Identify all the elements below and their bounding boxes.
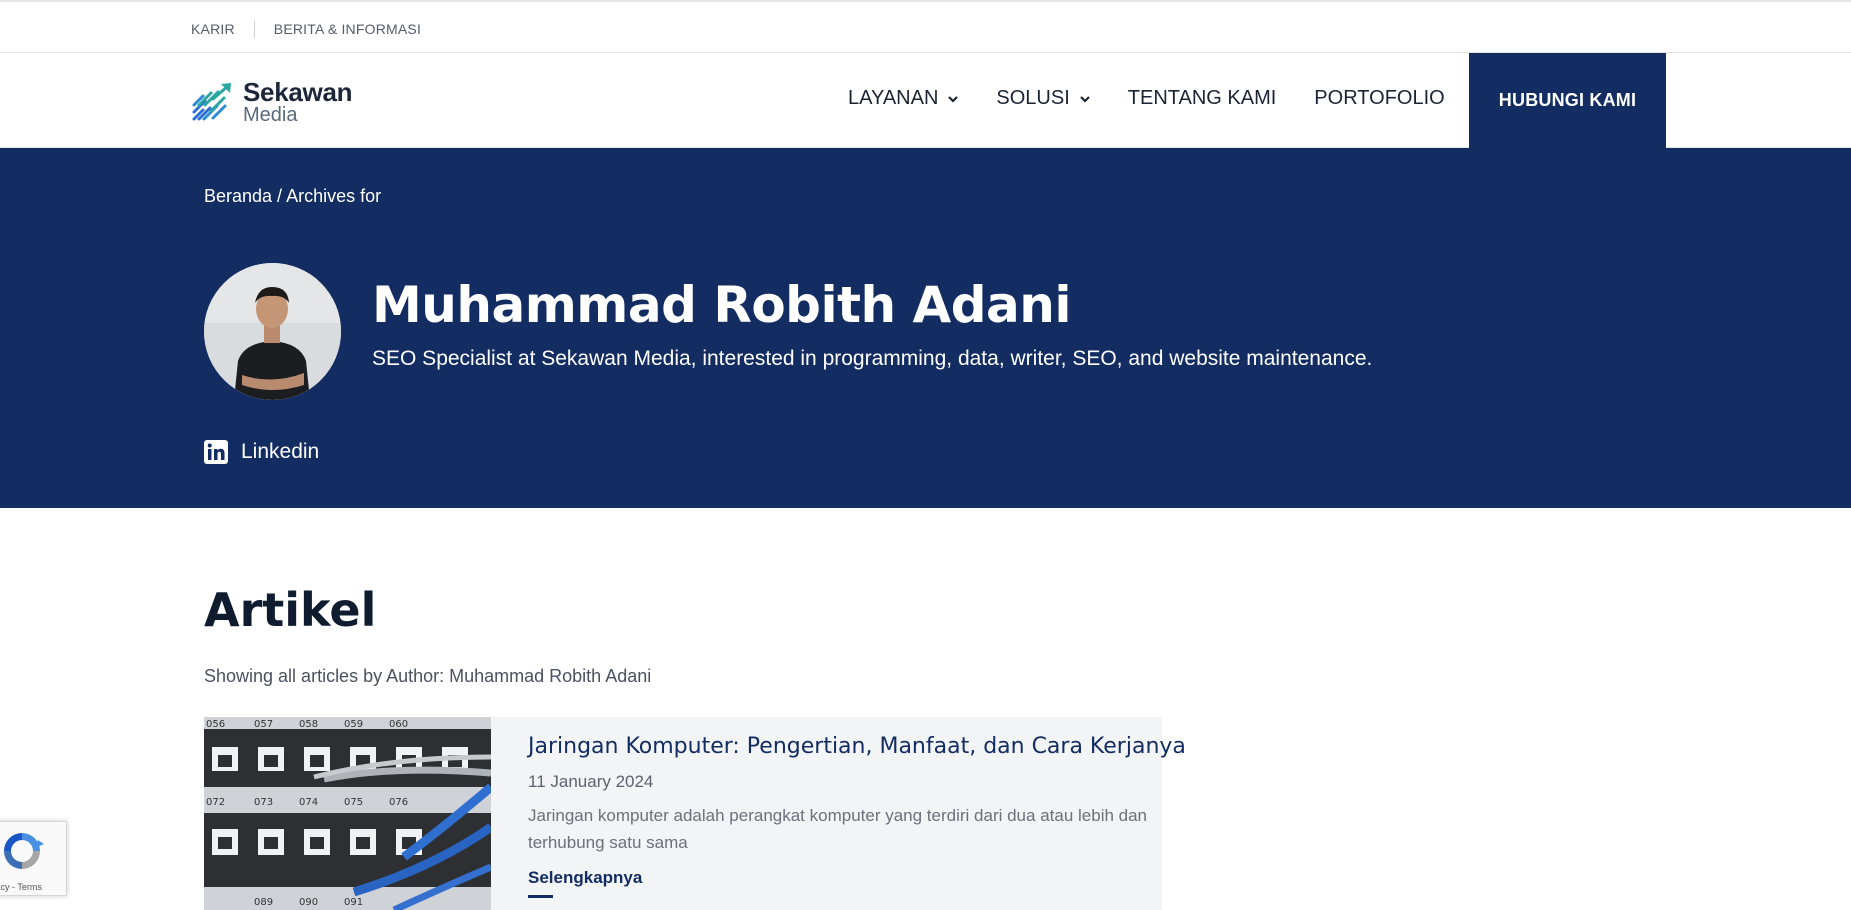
utility-link-berita[interactable]: BERITA & INFORMASI — [274, 21, 421, 37]
author-name: Muhammad Robith Adani — [372, 276, 1071, 334]
author-hero: Beranda / Archives for Muhammad Robith A… — [0, 148, 1851, 508]
nav-item-layanan[interactable]: LAYANAN — [848, 87, 959, 110]
port-label: 089 — [254, 897, 273, 908]
utility-bar: KARIR BERITA & INFORMASI — [0, 0, 1851, 53]
logo-wordmark: Sekawan Media — [243, 79, 352, 125]
linkedin-label: Linkedin — [241, 440, 320, 463]
recaptcha-badge[interactable]: vacy - Terms — [0, 821, 67, 896]
logo-line-2: Media — [243, 104, 298, 126]
port-label: 091 — [344, 897, 363, 908]
utility-link-karir[interactable]: KARIR — [191, 21, 235, 37]
port-label: 059 — [344, 719, 363, 730]
contact-us-button[interactable]: HUBUNGI KAMI — [1469, 53, 1666, 148]
port-label: 072 — [206, 797, 225, 808]
read-more-underline — [528, 895, 553, 898]
section-title: Artikel — [204, 583, 377, 637]
utility-divider — [253, 20, 255, 38]
author-avatar — [204, 263, 341, 400]
nav-item-label: LAYANAN — [848, 87, 939, 109]
recaptcha-terms[interactable]: vacy - Terms — [0, 882, 42, 892]
network-patch-panel-image: 056 057 058 059 060 072 073 074 075 076 … — [204, 717, 491, 910]
nav-menu: LAYANAN SOLUSI TENTANG KAMI PORTOFOLIO — [848, 87, 1483, 110]
breadcrumb[interactable]: Beranda / Archives for — [204, 186, 381, 207]
port-label: 076 — [389, 797, 408, 808]
nav-item-label: SOLUSI — [996, 87, 1070, 109]
article-thumbnail[interactable]: 056 057 058 059 060 072 073 074 075 076 … — [204, 717, 491, 910]
linkedin-icon — [204, 440, 228, 464]
article-title[interactable]: Jaringan Komputer: Pengertian, Manfaat, … — [528, 734, 1186, 759]
port-label: 057 — [254, 719, 273, 730]
port-label: 058 — [299, 719, 318, 730]
nav-item-label: TENTANG KAMI — [1127, 87, 1277, 109]
site-logo[interactable]: Sekawan Media — [191, 79, 352, 125]
main-navigation: Sekawan Media LAYANAN SOLUSI TENTANG KAM… — [0, 53, 1851, 148]
author-bio: SEO Specialist at Sekawan Media, interes… — [372, 347, 1373, 370]
article-excerpt: Jaringan komputer adalah perangkat kompu… — [528, 806, 1148, 852]
port-label: 056 — [206, 719, 225, 730]
port-label: 074 — [299, 797, 318, 808]
recaptcha-icon — [4, 833, 44, 869]
nav-item-portofolio[interactable]: PORTOFOLIO — [1314, 87, 1444, 110]
port-label: 060 — [389, 719, 408, 730]
nav-item-tentang-kami[interactable]: TENTANG KAMI — [1128, 87, 1277, 110]
port-label: 090 — [299, 897, 318, 908]
read-more-link[interactable]: Selengkapnya — [528, 868, 642, 888]
logo-mark-icon — [192, 83, 231, 121]
logo-line-1: Sekawan — [243, 77, 353, 107]
port-label: 073 — [254, 797, 273, 808]
port-label: 075 — [344, 797, 363, 808]
nav-item-solusi[interactable]: SOLUSI — [996, 87, 1090, 110]
nav-item-label: PORTOFOLIO — [1314, 87, 1445, 109]
utility-links: KARIR BERITA & INFORMASI — [191, 20, 421, 38]
author-photo — [204, 263, 341, 400]
article-date: 11 January 2024 — [528, 772, 654, 791]
chevron-down-icon — [948, 95, 959, 103]
article-card[interactable]: 056 057 058 059 060 072 073 074 075 076 … — [204, 717, 1186, 910]
chevron-down-icon — [1079, 95, 1090, 103]
section-description: Showing all articles by Author: Muhammad… — [204, 666, 652, 686]
linkedin-link[interactable]: Linkedin — [204, 440, 319, 464]
